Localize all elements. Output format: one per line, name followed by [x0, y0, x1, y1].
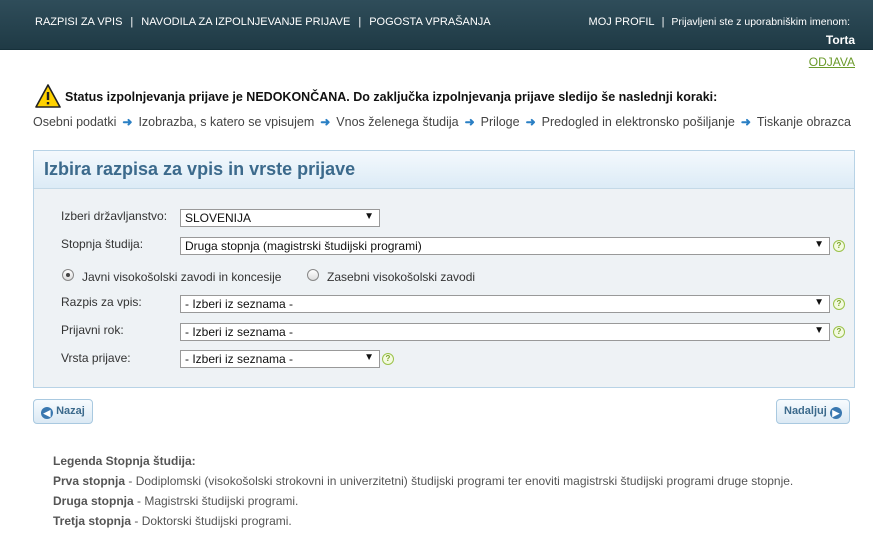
legend-term: Prva stopnja: [53, 474, 126, 488]
radio-public-label: Javni visokošolski zavodi in koncesije: [82, 270, 282, 284]
deadline-select[interactable]: - Izberi iz seznama - ▼: [180, 323, 830, 341]
chevron-down-icon: ▼: [364, 352, 374, 363]
nav-link-faq[interactable]: POGOSTA VPRAŠANJA: [369, 16, 490, 28]
tender-select[interactable]: - Izberi iz seznama - ▼: [180, 295, 830, 313]
legend-item: Tretja stopnja - Doktorski študijski pro…: [53, 514, 793, 534]
application-type-value: - Izberi iz seznama -: [185, 352, 294, 366]
next-button[interactable]: Nadaljuj ▶: [776, 399, 850, 424]
arrow-left-icon: ◀: [41, 407, 53, 419]
application-type-label: Vrsta prijave:: [61, 351, 131, 365]
chevron-down-icon: ▼: [364, 211, 374, 222]
radio-private-label: Zasebni visokošolski zavodi: [327, 270, 476, 284]
status-text: Status izpolnjevanja prijave je NEDOKONČ…: [65, 90, 718, 104]
chevron-down-icon: ▼: [814, 325, 824, 336]
back-button[interactable]: ◀ Nazaj: [33, 399, 93, 424]
nav-separator: |: [358, 16, 362, 28]
deadline-value: - Izberi iz seznama -: [185, 325, 294, 339]
radio-private-institutions[interactable]: [307, 269, 319, 281]
legend-term: Druga stopnja: [53, 494, 134, 508]
legend-desc: - Doktorski študijski programi.: [131, 514, 292, 528]
help-icon[interactable]: ?: [382, 353, 394, 365]
chevron-down-icon: ▼: [814, 239, 824, 250]
nav-separator: |: [130, 16, 134, 28]
top-nav: RAZPISI ZA VPIS | NAVODILA ZA IZPOLNJEVANJ…: [35, 16, 491, 28]
help-icon[interactable]: ?: [833, 240, 845, 252]
my-profile-link[interactable]: MOJ PROFIL: [589, 16, 655, 28]
study-level-select[interactable]: Druga stopnja (magistrski študijski prog…: [180, 237, 830, 255]
deadline-label: Prijavni rok:: [61, 323, 124, 337]
legend: Legenda Stopnja študija: Prva stopnja - …: [53, 454, 793, 534]
chevron-down-icon: ▼: [814, 297, 824, 308]
legend-item: Prva stopnja - Dodiplomski (visokošolski…: [53, 474, 793, 494]
citizenship-select[interactable]: SLOVENIJA ▼: [180, 209, 380, 227]
citizenship-label: Izberi državljanstvo:: [61, 209, 168, 223]
arrow-right-icon: ➜: [122, 115, 133, 129]
arrow-right-icon: ➜: [464, 115, 475, 129]
step-attachments: Priloge: [480, 115, 520, 129]
progress-steps: Osebni podatki ➜ Izobrazba, s katero se vp…: [33, 115, 851, 129]
tender-value: - Izberi iz seznama -: [185, 297, 294, 311]
nav-link-instructions[interactable]: NAVODILA ZA IZPOLNJEVANJE PRIJAVE: [141, 16, 350, 28]
next-label: Nadaljuj: [784, 405, 827, 417]
arrow-right-icon: ➜: [740, 115, 751, 129]
step-print-form: Tiskanje obrazca: [756, 115, 851, 129]
arrow-right-icon: ➜: [320, 115, 331, 129]
logout-link[interactable]: ODJAVA: [809, 55, 855, 69]
legend-desc: - Dodiplomski (visokošolski strokovni in…: [125, 474, 794, 488]
help-icon[interactable]: ?: [833, 298, 845, 310]
tender-label: Razpis za vpis:: [61, 295, 142, 309]
arrow-right-icon: ▶: [829, 407, 842, 419]
back-label: Nazaj: [56, 405, 85, 417]
step-personal-data: Osebni podatki: [33, 115, 117, 129]
warning-icon: [35, 84, 61, 108]
panel-title: Izbira razpisa za vpis in vrste prijave: [34, 151, 854, 189]
application-type-select[interactable]: - Izberi iz seznama - ▼: [180, 350, 380, 368]
status-bar: Status izpolnjevanja prijave je NEDOKONČ…: [35, 84, 855, 110]
top-bar: RAZPISI ZA VPIS | NAVODILA ZA IZPOLNJEVANJ…: [0, 0, 873, 50]
legend-title: Legenda Stopnja študija:: [53, 454, 196, 468]
help-icon[interactable]: ?: [833, 326, 845, 338]
step-desired-study: Vnos želenega študija: [336, 115, 459, 129]
profile-area: MOJ PROFIL | Prijavljeni ste z uporabniški…: [589, 16, 850, 28]
citizenship-value: SLOVENIJA: [185, 211, 252, 225]
study-level-value: Druga stopnja (magistrski študijski prog…: [185, 239, 422, 253]
selection-panel: Izbira razpisa za vpis in vrste prijave …: [33, 150, 855, 388]
step-education: Izobrazba, s katero se vpisujem: [138, 115, 315, 129]
step-preview-submit: Predogled in elektronsko pošiljanje: [541, 115, 735, 129]
radio-public-institutions[interactable]: [62, 269, 74, 281]
legend-item: Druga stopnja - Magistrski študijski pro…: [53, 494, 793, 514]
logged-in-text: Prijavljeni ste z uporabniškim imenom:: [671, 16, 850, 28]
username: Torta: [825, 33, 855, 47]
profile-separator: |: [661, 16, 665, 28]
nav-link-tenders[interactable]: RAZPISI ZA VPIS: [35, 16, 122, 28]
study-level-label: Stopnja študija:: [61, 237, 144, 251]
arrow-right-icon: ➜: [525, 115, 536, 129]
legend-desc: - Magistrski študijski programi.: [133, 494, 299, 508]
legend-term: Tretja stopnja: [53, 514, 132, 528]
